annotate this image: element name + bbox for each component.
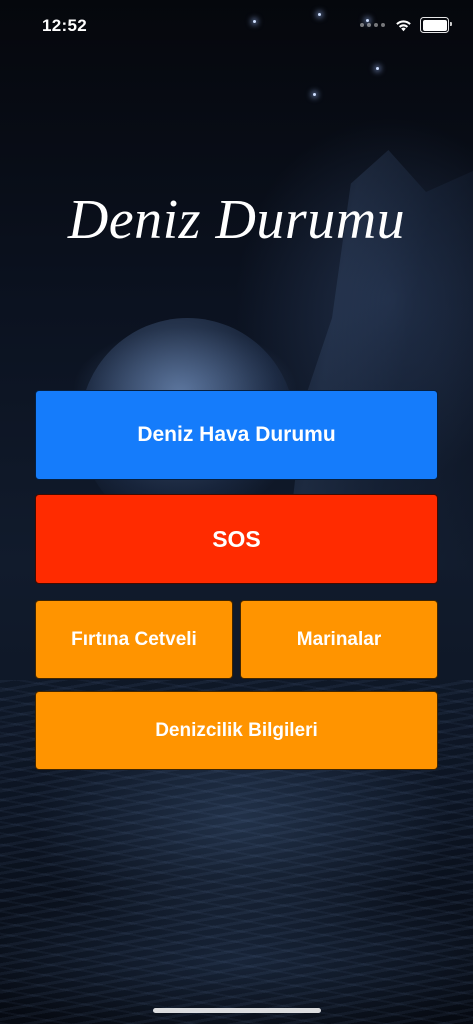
storm-scale-button[interactable]: Fırtına Cetveli [35, 600, 233, 679]
status-bar: 12:52 [0, 0, 473, 54]
cellular-signal-icon [360, 23, 385, 27]
sea-weather-button[interactable]: Deniz Hava Durumu [35, 390, 438, 480]
star [313, 93, 316, 96]
sos-button[interactable]: SOS [35, 494, 438, 584]
home-screen: 12:52 Deniz Durumu Deniz Hava Durumu SOS… [0, 0, 473, 1024]
app-title: Deniz Durumu [67, 189, 406, 251]
status-time: 12:52 [42, 16, 87, 35]
marinas-button[interactable]: Marinalar [240, 600, 438, 679]
status-icons [360, 17, 452, 33]
battery-icon [420, 17, 452, 33]
seamanship-info-button[interactable]: Denizcilik Bilgileri [35, 691, 438, 770]
wifi-icon [396, 19, 411, 31]
battery-fill [422, 19, 447, 31]
star [376, 67, 379, 70]
home-indicator[interactable] [153, 1008, 321, 1013]
